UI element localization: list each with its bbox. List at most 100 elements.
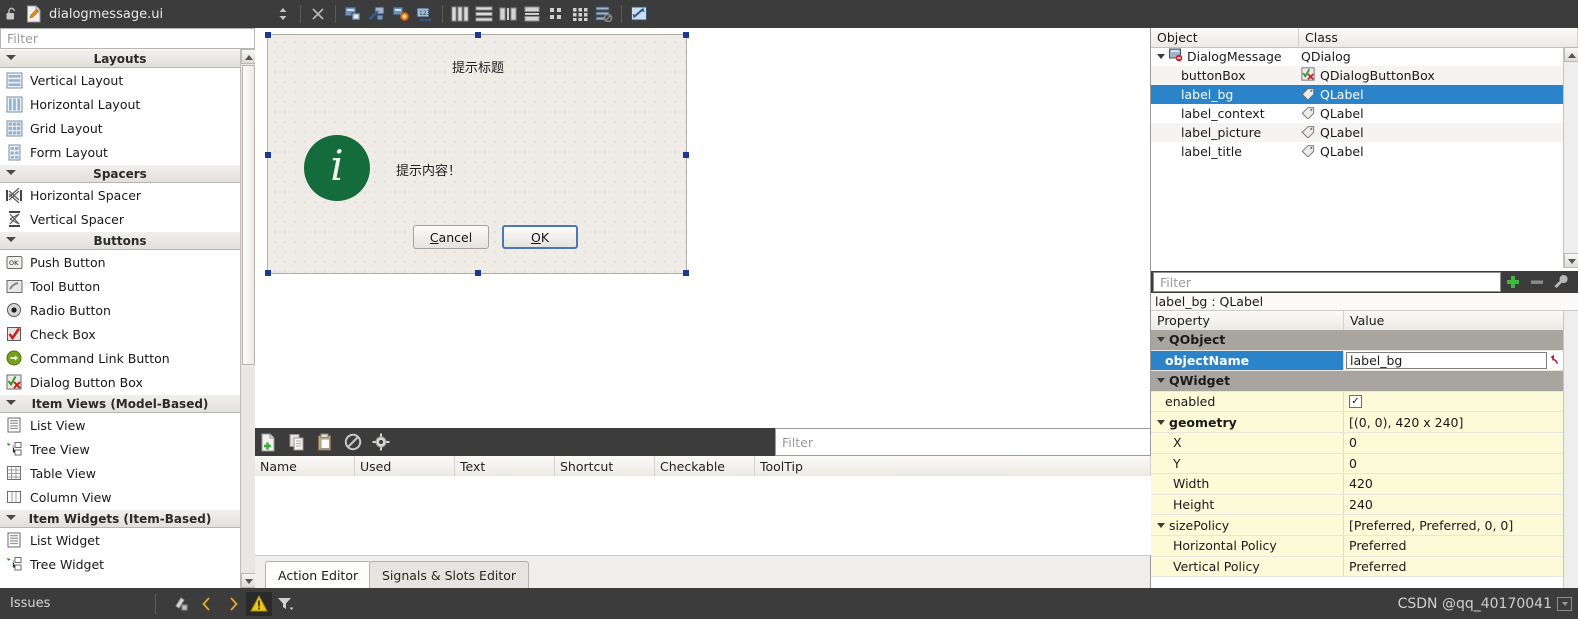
widget-box-scrollbar[interactable] <box>240 49 256 588</box>
column-header-class[interactable]: Class <box>1299 28 1578 47</box>
resize-handle-n[interactable] <box>475 32 481 38</box>
object-row-label-bg[interactable]: label_bg QLabel <box>1151 85 1563 104</box>
paste-icon[interactable] <box>311 428 339 456</box>
column-header-name[interactable]: Name <box>255 456 355 476</box>
resize-handle-w[interactable] <box>265 152 271 158</box>
object-inspector-scrollbar[interactable] <box>1563 47 1578 268</box>
edit-widgets-icon[interactable] <box>342 2 364 26</box>
new-action-icon[interactable] <box>255 428 283 456</box>
scroll-down-icon[interactable] <box>1564 253 1578 268</box>
chevron-down-icon[interactable] <box>1157 378 1165 384</box>
property-row-enabled[interactable]: enabled ✓ <box>1151 391 1563 413</box>
scroll-up-icon[interactable] <box>241 49 256 64</box>
form-preview[interactable]: 提示标题 i 提示内容！ Cancel OK <box>265 32 689 276</box>
widget-item-column-view[interactable]: Column View <box>0 485 240 509</box>
layout-splitter-vertical-icon[interactable] <box>521 2 543 26</box>
column-header-property[interactable]: Property <box>1151 311 1344 330</box>
break-layout-icon[interactable] <box>593 2 615 26</box>
widget-category-spacers[interactable]: Spacers <box>0 164 240 183</box>
layout-grid-icon[interactable] <box>569 2 591 26</box>
configure-wrench-icon[interactable] <box>1549 271 1573 293</box>
column-header-shortcut[interactable]: Shortcut <box>555 456 655 476</box>
enabled-checkbox[interactable]: ✓ <box>1349 395 1362 409</box>
widget-item-push-button[interactable]: OK Push Button <box>0 250 240 274</box>
tab-signals-slots-editor[interactable]: Signals & Slots Editor <box>369 561 530 588</box>
layout-splitter-horizontal-icon[interactable] <box>497 2 519 26</box>
widget-item-horizontal-layout[interactable]: Horizontal Layout <box>0 92 240 116</box>
property-row-y[interactable]: Y 0 <box>1151 453 1563 475</box>
clear-issues-icon[interactable] <box>168 592 194 616</box>
add-property-icon[interactable] <box>1501 271 1525 293</box>
adjust-size-icon[interactable] <box>628 2 650 26</box>
widget-item-dialog-button-box[interactable]: Dialog Button Box <box>0 370 240 394</box>
object-row-label-context[interactable]: label_context QLabel <box>1151 104 1563 123</box>
warning-icon[interactable] <box>246 591 273 616</box>
object-tree[interactable]: DialogMessage QDialog buttonBox QDialogB… <box>1151 47 1563 268</box>
layout-vertically-icon[interactable] <box>473 2 495 26</box>
resize-handle-sw[interactable] <box>265 270 271 276</box>
ok-button[interactable]: OK <box>502 225 578 249</box>
issues-label[interactable]: Issues <box>0 596 50 611</box>
widget-item-radio-button[interactable]: Radio Button <box>0 298 240 322</box>
widget-box-list[interactable]: Layouts Vertical Layout Horizontal Layou… <box>0 49 240 588</box>
tab-action-editor[interactable]: Action Editor <box>265 561 372 588</box>
chevron-down-icon[interactable] <box>1157 337 1165 343</box>
widget-box-filter-input[interactable]: Filter <box>0 28 255 49</box>
widget-item-horizontal-spacer[interactable]: Horizontal Spacer <box>0 183 240 207</box>
property-row-geometry[interactable]: geometry [(0, 0), 420 x 240] <box>1151 412 1563 433</box>
column-header-used[interactable]: Used <box>355 456 455 476</box>
object-row-buttonbox[interactable]: buttonBox QDialogButtonBox <box>1151 66 1563 85</box>
property-filter-input[interactable]: Filter <box>1153 272 1501 292</box>
widget-item-tool-button[interactable]: Tool Button <box>0 274 240 298</box>
property-group-qobject[interactable]: QObject <box>1151 330 1563 351</box>
object-row-label-title[interactable]: label_title QLabel <box>1151 142 1563 161</box>
resize-handle-ne[interactable] <box>683 32 689 38</box>
widget-item-check-box[interactable]: Check Box <box>0 322 240 346</box>
action-editor-filter-input[interactable]: Filter <box>775 428 1151 456</box>
unlock-icon[interactable] <box>0 0 22 28</box>
chevron-down-icon[interactable] <box>1157 419 1165 425</box>
widget-category-buttons[interactable]: Buttons <box>0 231 240 250</box>
widget-item-list-widget[interactable]: List Widget <box>0 528 240 552</box>
cancel-button[interactable]: Cancel <box>413 225 489 249</box>
copy-icon[interactable] <box>283 428 311 456</box>
widget-category-item-views[interactable]: Item Views (Model-Based) <box>0 394 240 413</box>
widget-category-layouts[interactable]: Layouts <box>0 49 240 68</box>
widget-item-command-link-button[interactable]: Command Link Button <box>0 346 240 370</box>
design-canvas[interactable]: 提示标题 i 提示内容！ Cancel OK <box>255 28 1151 424</box>
dropdown-box-icon[interactable] <box>1557 596 1572 611</box>
chevron-down-icon[interactable] <box>1157 522 1165 528</box>
column-header-text[interactable]: Text <box>455 456 555 476</box>
column-header-tooltip[interactable]: ToolTip <box>755 456 1151 476</box>
chevron-down-icon[interactable] <box>1157 54 1165 59</box>
gear-icon[interactable] <box>367 428 395 456</box>
updown-spinner-icon[interactable] <box>272 2 294 26</box>
object-row-label-picture[interactable]: label_picture QLabel <box>1151 123 1563 142</box>
edit-buddies-icon[interactable] <box>390 2 412 26</box>
action-table-body[interactable] <box>255 476 1151 555</box>
property-editor-scrollbar[interactable] <box>1563 311 1578 588</box>
layout-form-icon[interactable] <box>545 2 567 26</box>
widget-item-form-layout[interactable]: Form Layout <box>0 140 240 164</box>
property-rows[interactable]: QObject objectName label_bg QWidget enab… <box>1151 330 1563 588</box>
widget-item-table-view[interactable]: Table View <box>0 461 240 485</box>
scrollbar-thumb[interactable] <box>242 65 255 365</box>
resize-handle-s[interactable] <box>475 270 481 276</box>
property-row-horizontal-policy[interactable]: Horizontal Policy Preferred <box>1151 535 1563 557</box>
edit-tab-order-icon[interactable]: 123 <box>414 2 436 26</box>
property-row-width[interactable]: Width 420 <box>1151 474 1563 495</box>
scroll-down-icon[interactable] <box>241 573 256 588</box>
widget-item-list-view[interactable]: List View <box>0 413 240 437</box>
property-group-qwidget[interactable]: QWidget <box>1151 371 1563 392</box>
object-row-dialogmessage[interactable]: DialogMessage QDialog <box>1151 47 1563 66</box>
close-icon[interactable] <box>307 2 329 26</box>
filter-icon[interactable] <box>272 592 298 616</box>
delete-action-icon[interactable] <box>339 428 367 456</box>
next-issue-icon[interactable] <box>220 592 246 616</box>
scroll-up-icon[interactable] <box>1564 47 1578 62</box>
layout-horizontally-icon[interactable] <box>449 2 471 26</box>
widget-item-vertical-layout[interactable]: Vertical Layout <box>0 68 240 92</box>
widget-item-grid-layout[interactable]: Grid Layout <box>0 116 240 140</box>
resize-handle-se[interactable] <box>683 270 689 276</box>
property-row-sizepolicy[interactable]: sizePolicy [Preferred, Preferred, 0, 0] <box>1151 515 1563 536</box>
